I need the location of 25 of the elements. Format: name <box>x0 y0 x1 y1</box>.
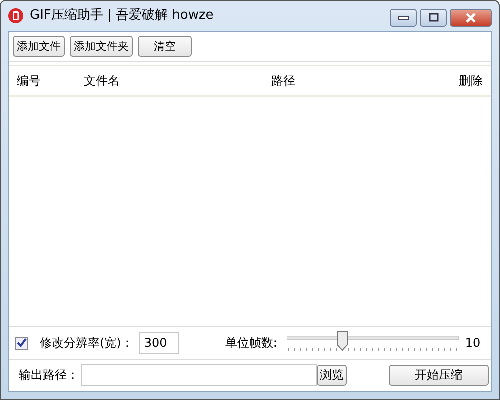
column-header[interactable]: 删除 <box>459 74 483 88</box>
toolbar-button[interactable]: 清空 <box>138 36 192 57</box>
minimize-button[interactable] <box>390 9 417 27</box>
app-icon <box>8 8 24 24</box>
browse-button[interactable]: 浏览 <box>317 364 347 386</box>
toolbar-button[interactable]: 添加文件 <box>13 36 65 57</box>
slider-thumb[interactable] <box>337 331 348 351</box>
toolbar-button[interactable]: 添加文件夹 <box>70 36 133 57</box>
close-button[interactable] <box>450 9 492 27</box>
close-icon <box>464 13 478 23</box>
start-button[interactable]: 开始压缩 <box>389 364 489 386</box>
width-input[interactable]: 300 <box>139 332 180 354</box>
column-header[interactable]: 文件名 <box>84 74 120 88</box>
frame-label: 单位帧数: <box>225 335 278 352</box>
maximize-icon <box>428 13 440 23</box>
checkbox[interactable] <box>15 336 28 350</box>
window-title: GIF压缩助手 | 吾爱破解 howze <box>30 7 214 26</box>
output-path-input[interactable] <box>81 364 317 386</box>
frame-value: 10 <box>465 335 481 352</box>
maximize-button[interactable] <box>420 9 447 27</box>
resolution-label: 修改分辨率(宽)： <box>40 335 134 352</box>
column-header[interactable]: 编号 <box>17 74 41 88</box>
minimize-icon <box>398 15 410 21</box>
output-path-label: 输出路径： <box>19 367 79 384</box>
column-header[interactable]: 路径 <box>272 74 296 88</box>
